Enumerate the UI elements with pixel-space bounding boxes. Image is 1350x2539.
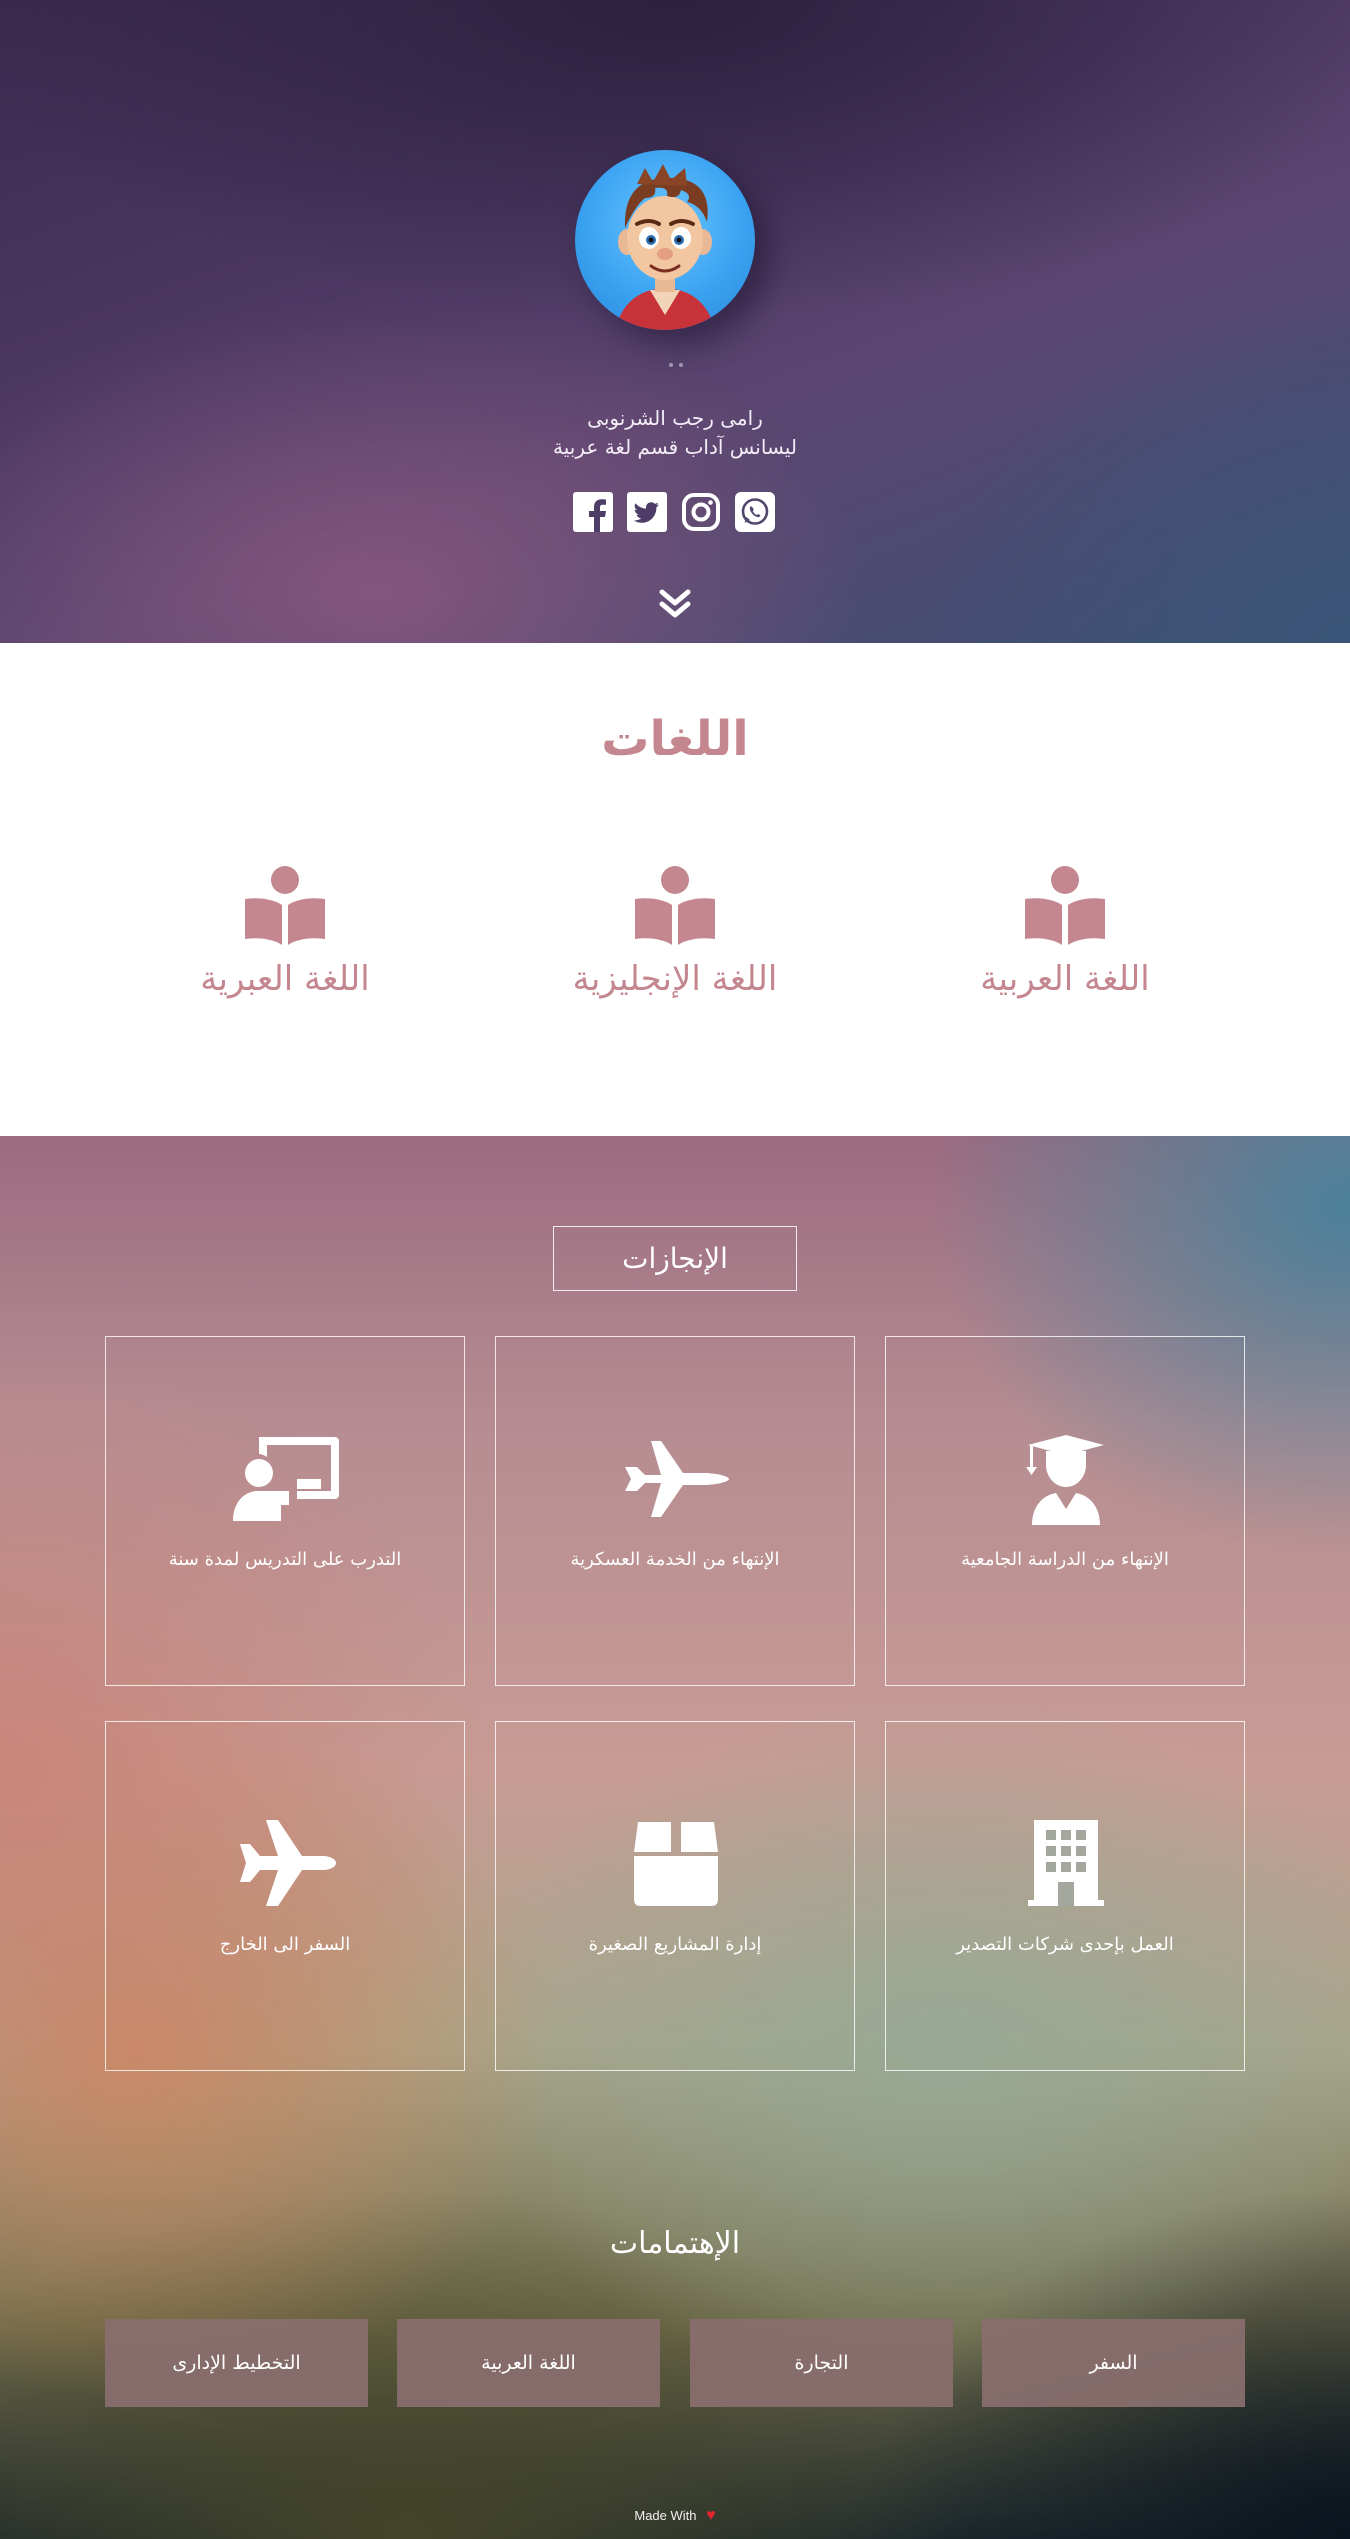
instagram-icon xyxy=(682,493,720,531)
box-icon xyxy=(634,1822,718,1906)
achievement-label: الإنتهاء من الدراسة الجامعية xyxy=(961,1549,1169,1570)
interests-title: الإهتمامات xyxy=(609,2226,741,2261)
interest-item[interactable]: اللغة العربية xyxy=(397,2319,660,2407)
achievements-section: الإنجازات الإنتهاء من الدراسة الجامعية ا… xyxy=(0,1136,1350,2539)
hero-section: رامى رجب الشرنوبى ليسانس آداب قسم لغة عر… xyxy=(0,0,1350,643)
achievement-card: الإنتهاء من الدراسة الجامعية xyxy=(885,1336,1245,1686)
language-label: اللغة العبرية xyxy=(200,959,370,999)
languages-section: اللغات اللغة العربية اللغة الإنجليزية ال… xyxy=(0,643,1350,1136)
achievement-label: إدارة المشاريع الصغيرة xyxy=(588,1934,762,1955)
heart-icon: ♥ xyxy=(706,2507,716,2524)
hero-name: رامى رجب الشرنوبى xyxy=(587,406,763,430)
achievement-label: السفر الى الخارج xyxy=(219,1934,351,1955)
instagram-link[interactable] xyxy=(681,492,721,532)
achievements-title: الإنجازات xyxy=(553,1226,797,1291)
avatar xyxy=(575,150,755,330)
interest-item[interactable]: التجارة xyxy=(690,2319,953,2407)
social-links xyxy=(573,492,779,536)
whatsapp-link[interactable] xyxy=(735,492,775,532)
achievement-label: الإنتهاء من الخدمة العسكرية xyxy=(570,1549,780,1570)
fighter-jet-icon xyxy=(625,1441,729,1517)
language-item: اللغة الإنجليزية xyxy=(525,865,825,999)
plane-icon xyxy=(240,1820,336,1906)
achievement-card: إدارة المشاريع الصغيرة xyxy=(495,1721,855,2071)
book-reader-icon xyxy=(1025,866,1105,945)
twitter-icon xyxy=(627,492,667,532)
building-icon xyxy=(1028,1820,1104,1906)
achievement-label: التدرب على التدريس لمدة سنة xyxy=(168,1549,402,1570)
facebook-icon xyxy=(573,492,613,532)
language-item: اللغة العبرية xyxy=(135,865,435,999)
achievement-label: العمل بإحدى شركات التصدير xyxy=(956,1934,1174,1955)
whatsapp-icon xyxy=(735,492,775,532)
interest-item[interactable]: التخطيط الإدارى xyxy=(105,2319,368,2407)
twitter-link[interactable] xyxy=(627,492,667,532)
cartoon-boy-avatar-icon xyxy=(615,164,715,330)
achievement-card: السفر الى الخارج xyxy=(105,1721,465,2071)
language-item: اللغة العربية xyxy=(915,865,1215,999)
hero-title: ليسانس آداب قسم لغة عربية xyxy=(553,435,797,459)
achievement-card: التدرب على التدريس لمدة سنة xyxy=(105,1336,465,1686)
language-label: اللغة الإنجليزية xyxy=(572,959,778,999)
achievement-card: العمل بإحدى شركات التصدير xyxy=(885,1721,1245,2071)
footer: Made With ♥ xyxy=(0,2507,1350,2525)
interest-item[interactable]: السفر xyxy=(982,2319,1245,2407)
teacher-icon xyxy=(233,1437,339,1521)
avatar-dots xyxy=(661,352,691,367)
book-reader-icon xyxy=(635,866,715,945)
graduate-icon xyxy=(1026,1435,1104,1525)
languages-title: اللغات xyxy=(601,711,749,767)
language-label: اللغة العربية xyxy=(980,959,1150,999)
facebook-link[interactable] xyxy=(573,492,613,532)
footer-text: Made With xyxy=(634,2508,697,2523)
double-chevron-down-icon[interactable] xyxy=(656,586,694,624)
book-reader-icon xyxy=(245,866,325,945)
achievement-card: الإنتهاء من الخدمة العسكرية xyxy=(495,1336,855,1686)
